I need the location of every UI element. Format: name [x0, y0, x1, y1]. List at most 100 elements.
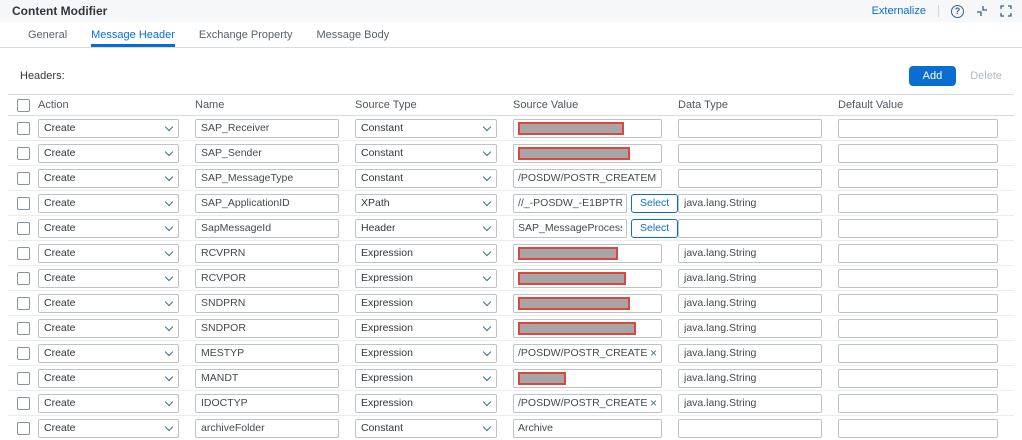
source-value-input[interactable]: //_-POSDW_-E1BPTRANS...: [513, 194, 627, 213]
data-type-input[interactable]: [678, 244, 822, 263]
tab-message-header[interactable]: Message Header: [91, 22, 175, 47]
data-type-input[interactable]: [678, 119, 822, 138]
name-input[interactable]: [195, 194, 339, 213]
source-type-select[interactable]: Expression: [355, 369, 497, 388]
data-type-input[interactable]: [678, 144, 822, 163]
name-input[interactable]: [195, 369, 339, 388]
default-value-input[interactable]: [838, 269, 998, 288]
tab-exchange-property[interactable]: Exchange Property: [199, 22, 293, 47]
name-input[interactable]: [195, 269, 339, 288]
source-type-select[interactable]: Constant: [355, 119, 497, 138]
default-value-input[interactable]: [838, 319, 998, 338]
data-type-input[interactable]: [678, 419, 822, 438]
clear-icon[interactable]: ×: [650, 397, 657, 409]
source-value-input[interactable]: /POSDW/POSTR_CREATEMULTIPLE: [513, 169, 662, 188]
fullscreen-icon[interactable]: [1000, 5, 1012, 17]
source-type-select[interactable]: XPath: [355, 194, 497, 213]
default-value-input[interactable]: [838, 244, 998, 263]
source-value-input[interactable]: [513, 294, 662, 313]
action-select[interactable]: Create: [38, 344, 179, 363]
name-input[interactable]: [195, 319, 339, 338]
name-input[interactable]: [195, 294, 339, 313]
row-checkbox[interactable]: [17, 172, 30, 185]
action-select[interactable]: Create: [38, 394, 179, 413]
name-input[interactable]: [195, 144, 339, 163]
name-input[interactable]: [195, 419, 339, 438]
source-type-select[interactable]: Header: [355, 219, 497, 238]
source-type-select[interactable]: Expression: [355, 394, 497, 413]
action-select[interactable]: Create: [38, 244, 179, 263]
source-value-input[interactable]: /POSDW/POSTR_CREATEMUL×: [513, 344, 662, 363]
name-input[interactable]: [195, 219, 339, 238]
restore-window-icon[interactable]: [976, 5, 988, 17]
name-input[interactable]: [195, 244, 339, 263]
row-checkbox[interactable]: [17, 122, 30, 135]
name-input[interactable]: [195, 119, 339, 138]
add-button[interactable]: Add: [909, 66, 957, 86]
action-select[interactable]: Create: [38, 294, 179, 313]
source-value-input[interactable]: /POSDW/POSTR_CREATEMUL×: [513, 394, 662, 413]
row-checkbox[interactable]: [17, 347, 30, 360]
help-icon[interactable]: ?: [951, 5, 964, 18]
name-input[interactable]: [195, 344, 339, 363]
action-select[interactable]: Create: [38, 169, 179, 188]
default-value-input[interactable]: [838, 169, 998, 188]
source-type-select[interactable]: Constant: [355, 419, 497, 438]
data-type-input[interactable]: [678, 344, 822, 363]
source-value-input[interactable]: [513, 144, 662, 163]
default-value-input[interactable]: [838, 369, 998, 388]
row-checkbox[interactable]: [17, 197, 30, 210]
default-value-input[interactable]: [838, 294, 998, 313]
tab-general[interactable]: General: [28, 22, 67, 47]
row-checkbox[interactable]: [17, 322, 30, 335]
row-checkbox[interactable]: [17, 147, 30, 160]
source-type-select[interactable]: Constant: [355, 169, 497, 188]
source-type-select[interactable]: Expression: [355, 244, 497, 263]
source-value-input[interactable]: [513, 119, 662, 138]
source-value-input[interactable]: [513, 269, 662, 288]
default-value-input[interactable]: [838, 219, 998, 238]
row-checkbox[interactable]: [17, 222, 30, 235]
data-type-input[interactable]: [678, 319, 822, 338]
clear-icon[interactable]: ×: [650, 347, 657, 359]
delete-button[interactable]: Delete: [970, 70, 1002, 82]
data-type-input[interactable]: [678, 394, 822, 413]
default-value-input[interactable]: [838, 419, 998, 438]
source-value-input[interactable]: SAP_MessageProcessing...: [513, 219, 627, 238]
source-value-input[interactable]: [513, 319, 662, 338]
default-value-input[interactable]: [838, 119, 998, 138]
action-select[interactable]: Create: [38, 319, 179, 338]
default-value-input[interactable]: [838, 144, 998, 163]
externalize-link[interactable]: Externalize: [872, 5, 926, 17]
default-value-input[interactable]: [838, 194, 998, 213]
select-all-checkbox[interactable]: [17, 99, 30, 112]
select-button[interactable]: Select: [631, 194, 678, 213]
default-value-input[interactable]: [838, 344, 998, 363]
source-value-input[interactable]: [513, 369, 662, 388]
action-select[interactable]: Create: [38, 419, 179, 438]
row-checkbox[interactable]: [17, 372, 30, 385]
row-checkbox[interactable]: [17, 272, 30, 285]
row-checkbox[interactable]: [17, 422, 30, 435]
data-type-input[interactable]: [678, 169, 822, 188]
data-type-input[interactable]: [678, 194, 822, 213]
source-type-select[interactable]: Constant: [355, 144, 497, 163]
data-type-input[interactable]: [678, 369, 822, 388]
source-type-select[interactable]: Expression: [355, 344, 497, 363]
row-checkbox[interactable]: [17, 397, 30, 410]
source-type-select[interactable]: Expression: [355, 294, 497, 313]
tab-message-body[interactable]: Message Body: [316, 22, 389, 47]
name-input[interactable]: [195, 394, 339, 413]
action-select[interactable]: Create: [38, 144, 179, 163]
default-value-input[interactable]: [838, 394, 998, 413]
action-select[interactable]: Create: [38, 194, 179, 213]
data-type-input[interactable]: [678, 269, 822, 288]
action-select[interactable]: Create: [38, 119, 179, 138]
row-checkbox[interactable]: [17, 297, 30, 310]
source-value-input[interactable]: Archive: [513, 419, 662, 438]
select-button[interactable]: Select: [631, 219, 678, 238]
name-input[interactable]: [195, 169, 339, 188]
row-checkbox[interactable]: [17, 247, 30, 260]
action-select[interactable]: Create: [38, 369, 179, 388]
data-type-input[interactable]: [678, 219, 822, 238]
